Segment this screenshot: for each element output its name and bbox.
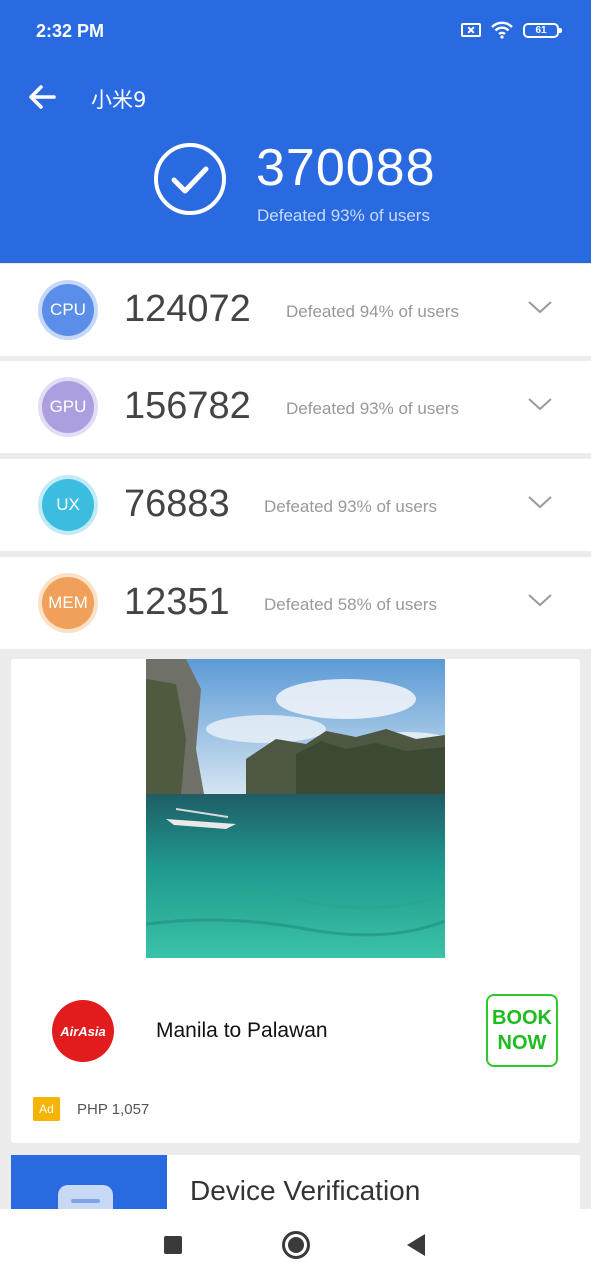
cpu-defeat-text: Defeated 94% of users [286,302,459,321]
back-arrow-icon[interactable] [26,80,60,114]
status-time: 2:32 PM [36,21,105,41]
chevron-down-icon[interactable] [527,493,553,511]
ad-price: PHP 1,057 [77,1101,150,1118]
device-title: 小米9 [91,88,147,112]
airasia-logo: AirAsia [52,1000,114,1062]
ux-badge: UX [38,475,98,535]
cpu-badge-label: CPU [42,284,94,336]
ux-badge-label: UX [42,479,94,531]
ux-score: 76883 [124,483,230,525]
book-now-button[interactable]: BOOK NOW [486,994,558,1067]
chevron-down-icon[interactable] [527,591,553,609]
system-nav-bar [0,1209,591,1280]
mem-score: 12351 [124,581,230,623]
mem-badge: MEM [38,573,98,633]
ad-tag: Ad [33,1097,60,1121]
score-row-gpu[interactable]: GPU 156782 Defeated 93% of users [0,361,591,453]
checkmark-circle-icon [154,143,226,215]
mem-badge-label: MEM [42,577,94,629]
gpu-badge-label: GPU [42,381,94,433]
cpu-badge: CPU [38,280,98,340]
battery-icon: 61 [523,22,562,38]
home-icon[interactable] [282,1231,310,1259]
no-sim-icon [461,23,481,37]
ad-title: Manila to Palawan [156,1019,328,1042]
chevron-down-icon[interactable] [527,298,553,316]
nav-back-icon[interactable] [407,1234,425,1256]
chevron-down-icon[interactable] [527,395,553,413]
total-score: 370088 [256,139,436,197]
ad-card[interactable]: AirAsia Manila to Palawan BOOK NOW Ad PH… [11,659,580,1143]
book-now-label-line2: NOW [497,1031,547,1054]
cpu-score: 124072 [124,288,251,330]
book-now-label-line1: BOOK [492,1006,552,1029]
device-verification-title: Device Verification [190,1175,421,1206]
total-defeat-text: Defeated 93% of users [257,206,430,225]
status-icons: 61 [461,21,562,39]
gpu-badge: GPU [38,377,98,437]
score-row-ux[interactable]: UX 76883 Defeated 93% of users [0,459,591,551]
wifi-icon [491,21,513,39]
score-row-cpu[interactable]: CPU 124072 Defeated 94% of users [0,264,591,356]
recent-apps-icon[interactable] [164,1236,182,1254]
mem-defeat-text: Defeated 58% of users [264,595,437,614]
gpu-defeat-text: Defeated 93% of users [286,399,459,418]
ad-image[interactable] [146,659,445,958]
gpu-score: 156782 [124,385,251,427]
ux-defeat-text: Defeated 93% of users [264,497,437,516]
result-header: 2:32 PM 61 小米9 370088 Defeated 93% of us… [0,0,591,263]
score-row-mem[interactable]: MEM 12351 Defeated 58% of users [0,557,591,649]
